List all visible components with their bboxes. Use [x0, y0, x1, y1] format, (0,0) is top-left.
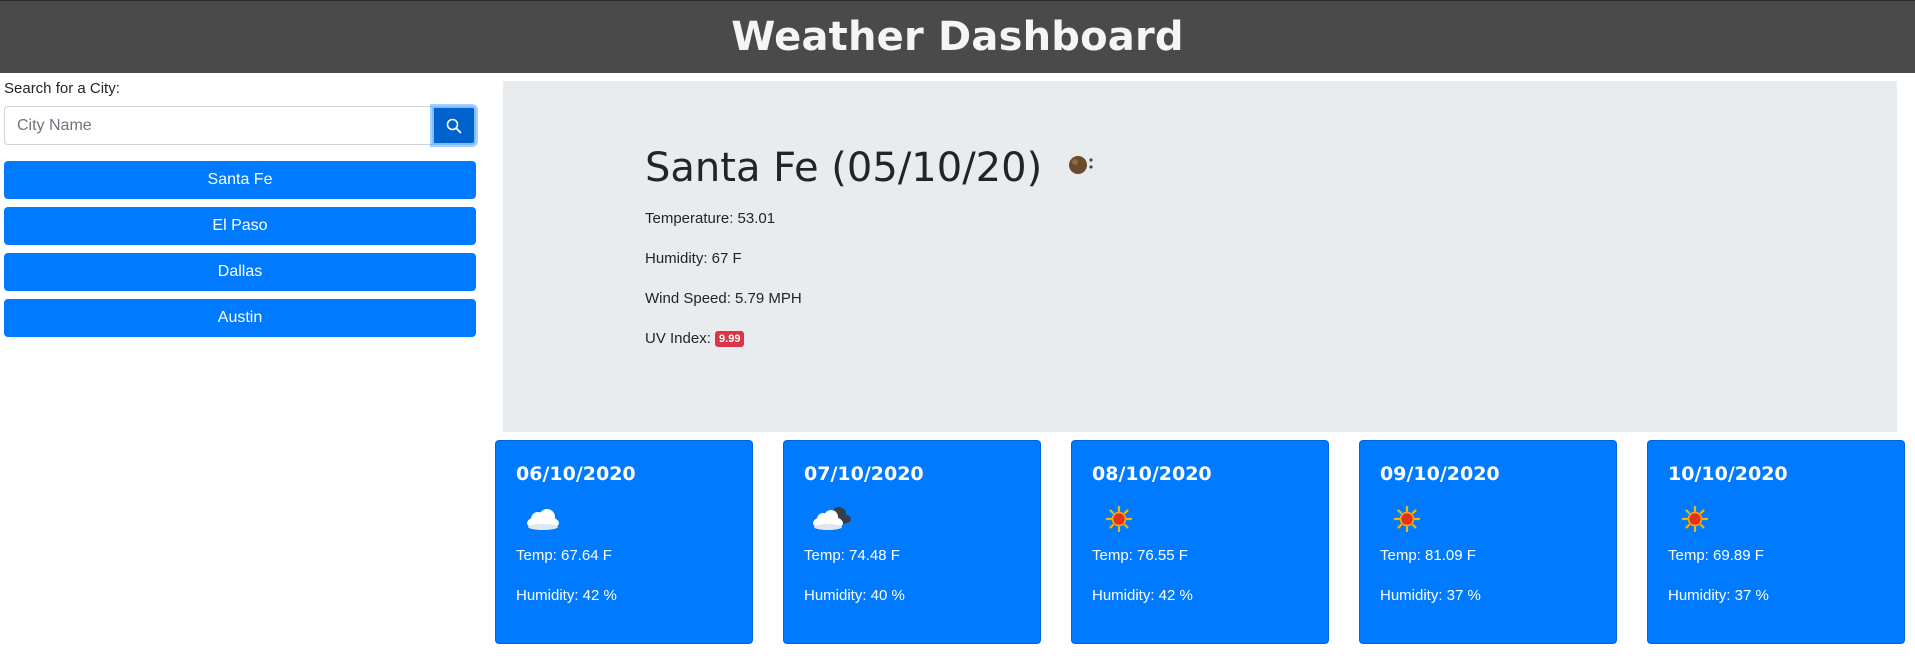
current-uv-index: UV Index: 9.99: [645, 330, 745, 347]
sun-icon: [1672, 501, 1718, 537]
sidebar: Search for a City: Santa Fe El Paso Dall…: [4, 80, 476, 345]
search-icon: [446, 118, 462, 133]
uv-index-badge: 9.99: [715, 331, 745, 347]
current-wind-speed: Wind Speed: 5.79 MPH: [645, 290, 802, 307]
forecast-card: 08/10/2020 Temp: 76.55 F Humidity: 42 %: [1071, 440, 1329, 644]
forecast-temp: Temp: 67.64 F: [516, 547, 612, 564]
forecast-humidity: Humidity: 37 %: [1380, 587, 1481, 604]
forecast-date: 09/10/2020: [1380, 463, 1500, 485]
dark-cloud-icon: [808, 501, 854, 537]
forecast-date: 10/10/2020: [1668, 463, 1788, 485]
forecast-temp: Temp: 74.48 F: [804, 547, 900, 564]
search-history: Santa Fe El Paso Dallas Austin: [4, 161, 476, 337]
fog-icon: [1064, 145, 1098, 191]
city-button-santa-fe[interactable]: Santa Fe: [4, 161, 476, 199]
forecast-temp: Temp: 81.09 F: [1380, 547, 1476, 564]
forecast-humidity: Humidity: 37 %: [1668, 587, 1769, 604]
search-label: Search for a City:: [4, 80, 120, 97]
page-title: Weather Dashboard: [731, 14, 1184, 60]
forecast-temp: Temp: 69.89 F: [1668, 547, 1764, 564]
search-button[interactable]: [432, 106, 476, 145]
city-button-austin[interactable]: Austin: [4, 299, 476, 337]
current-humidity: Humidity: 67 F: [645, 250, 742, 267]
sun-icon: [1384, 501, 1430, 537]
forecast-date: 08/10/2020: [1092, 463, 1212, 485]
city-button-dallas[interactable]: Dallas: [4, 253, 476, 291]
current-weather-panel: Santa Fe (05/10/20) Temperature: 53.01 H…: [503, 81, 1897, 432]
five-day-forecast: 06/10/2020 Temp: 67.64 F Humidity: 42 % …: [495, 440, 1905, 644]
uv-index-label: UV Index:: [645, 330, 711, 347]
cloud-icon: [520, 501, 566, 537]
current-city-date: Santa Fe (05/10/20): [645, 145, 1043, 191]
search-input[interactable]: [4, 106, 432, 145]
forecast-card: 10/10/2020 Temp: 69.89 F Humidity: 37 %: [1647, 440, 1905, 644]
app-header: Weather Dashboard: [0, 0, 1915, 73]
forecast-humidity: Humidity: 42 %: [1092, 587, 1193, 604]
forecast-card: 09/10/2020 Temp: 81.09 F Humidity: 37 %: [1359, 440, 1617, 644]
forecast-humidity: Humidity: 40 %: [804, 587, 905, 604]
search-row: [4, 106, 476, 145]
current-temperature: Temperature: 53.01: [645, 210, 776, 227]
forecast-date: 07/10/2020: [804, 463, 924, 485]
current-weather-title: Santa Fe (05/10/20): [645, 145, 1098, 191]
forecast-date: 06/10/2020: [516, 463, 636, 485]
forecast-temp: Temp: 76.55 F: [1092, 547, 1188, 564]
sun-icon: [1096, 501, 1142, 537]
forecast-humidity: Humidity: 42 %: [516, 587, 617, 604]
city-button-el-paso[interactable]: El Paso: [4, 207, 476, 245]
forecast-card: 06/10/2020 Temp: 67.64 F Humidity: 42 %: [495, 440, 753, 644]
forecast-card: 07/10/2020 Temp: 74.48 F Humidity: 40 %: [783, 440, 1041, 644]
